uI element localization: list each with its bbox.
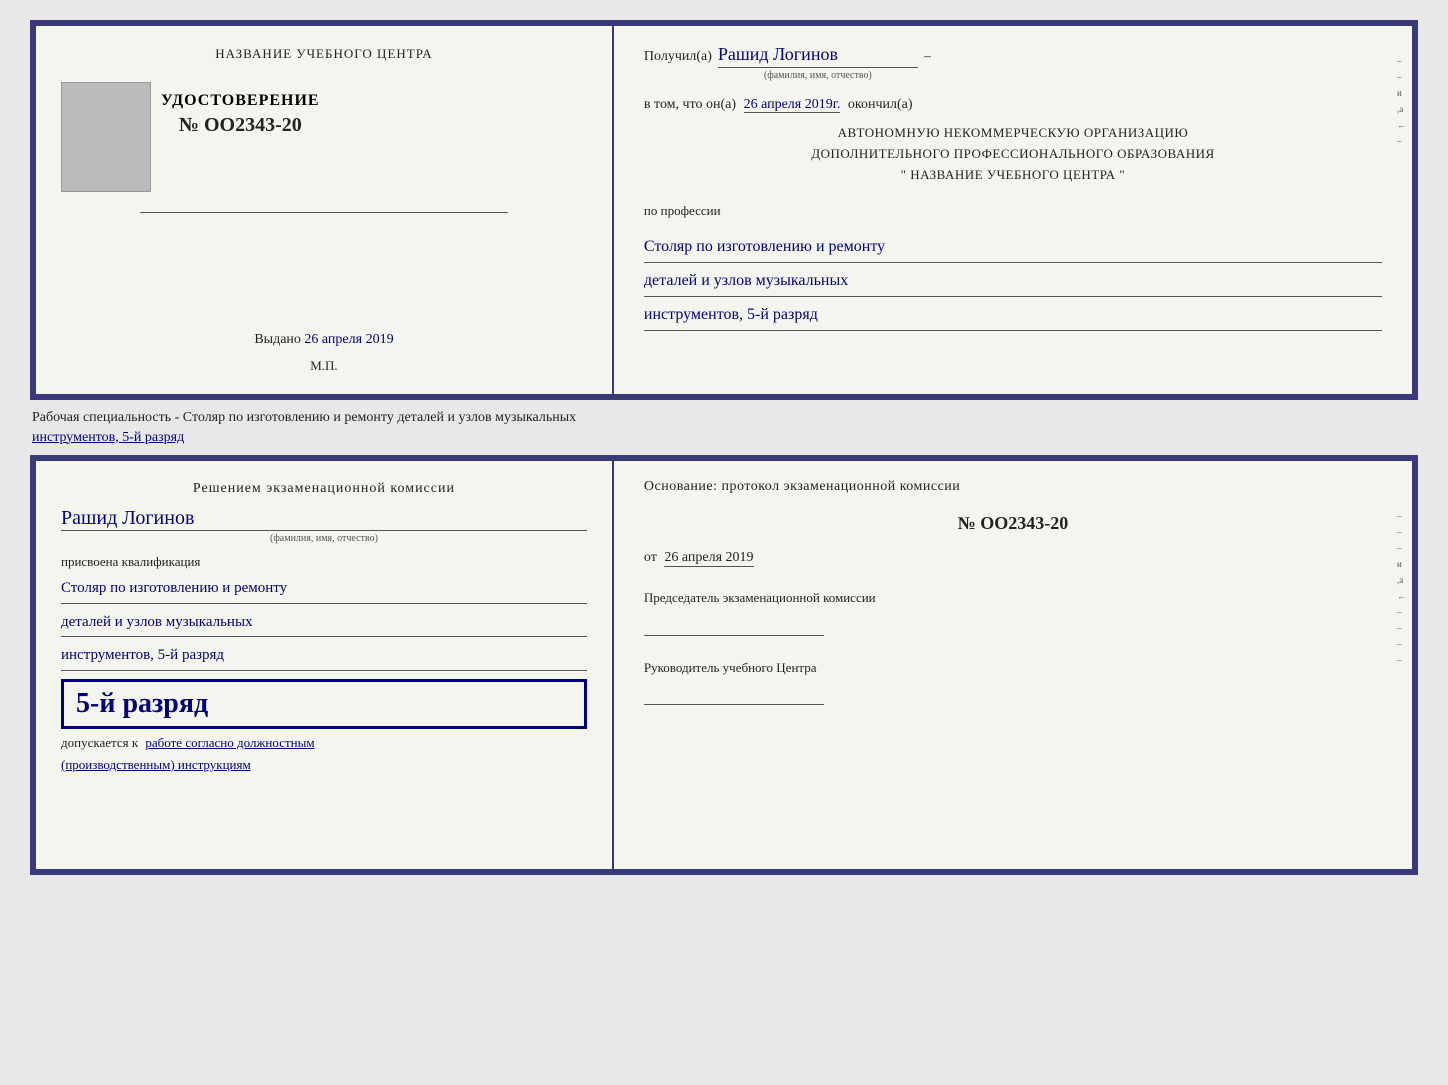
qualification-line2: деталей и узлов музыкальных [61,608,587,638]
person-name-bottom: Рашид Логинов [61,507,587,531]
allows-text: работе согласно должностным [145,735,314,750]
qualification-line1: Столяр по изготовлению и ремонту [61,574,587,604]
cert-id-block: УДОСТОВЕРЕНИЕ № OO2343-20 [161,92,320,137]
commission-title: Решением экзаменационной комиссии [61,481,587,497]
date-line-top: в том, что он(а) 26 апреля 2019г. окончи… [644,97,1382,113]
between-underline-text: инструментов, 5-й разряд [32,430,184,445]
profession-line1-top: Столяр по изготовлению и ремонту [644,233,1382,263]
issued-date: 26 апреля 2019 [304,332,393,347]
allows-label-2: (производственным) инструкциям [61,757,587,773]
page-wrapper: НАЗВАНИЕ УЧЕБНОГО ЦЕНТРА УДОСТОВЕРЕНИЕ №… [10,10,1438,885]
allows-prefix: допускается к [61,735,138,750]
certificate-bottom: Решением экзаменационной комиссии Рашид … [30,455,1418,875]
cert-center-title: НАЗВАНИЕ УЧЕБНОГО ЦЕНТРА [215,46,432,62]
cert-bottom-right-panel: Основание: протокол экзаменационной коми… [614,461,1412,869]
chairman-title: Председатель экзаменационной комиссии [644,590,876,605]
basis-label: Основание: протокол экзаменационной коми… [644,479,1382,495]
fio-sublabel-top: (фамилия, имя, отчество) [718,70,918,81]
rank-box: 5-й разряд [61,679,587,729]
date-value-top: 26 апреля 2019г. [744,97,841,113]
qualification-line3: инструментов, 5-й разряд [61,641,587,671]
protocol-date: от 26 апреля 2019 [644,550,1382,566]
org-line1: АВТОНОМНУЮ НЕКОММЕРЧЕСКУЮ ОРГАНИЗАЦИЮ [644,123,1382,144]
org-block-top: АВТОНОМНУЮ НЕКОММЕРЧЕСКУЮ ОРГАНИЗАЦИЮ ДО… [644,123,1382,185]
cert-top-left-panel: НАЗВАНИЕ УЧЕБНОГО ЦЕНТРА УДОСТОВЕРЕНИЕ №… [36,26,614,394]
fio-sublabel-bottom: (фамилия, имя, отчество) [61,533,587,544]
side-deco-bottom: – – – и ,а ← – – – – [1397,511,1406,665]
allows-label: допускается к работе согласно должностны… [61,735,587,751]
between-label: Рабочая специальность - Столяр по изгото… [10,400,1438,455]
qualification-label: присвоена квалификация [61,554,587,570]
rank-text: 5-й разряд [76,688,208,719]
cert-label: УДОСТОВЕРЕНИЕ [161,92,320,110]
date-value-bottom: 26 апреля 2019 [664,550,753,567]
head-block: Руководитель учебного Центра [644,658,1382,706]
certificate-top: НАЗВАНИЕ УЧЕБНОГО ЦЕНТРА УДОСТОВЕРЕНИЕ №… [30,20,1418,400]
chairman-block: Председатель экзаменационной комиссии [644,588,1382,636]
mp-label: М.П. [310,358,337,374]
allows-text2: (производственным) инструкциям [61,757,251,772]
between-text: Рабочая специальность - Столяр по изгото… [32,410,576,425]
profession-line2-top: деталей и узлов музыкальных [644,267,1382,297]
recipient-name: Рашид Логинов [718,44,918,68]
cert-bottom-left-panel: Решением экзаменационной комиссии Рашид … [36,461,614,869]
protocol-number: № OO2343-20 [644,513,1382,534]
org-line2: ДОПОЛНИТЕЛЬНОГО ПРОФЕССИОНАЛЬНОГО ОБРАЗО… [644,144,1382,165]
date-prefix-top: в том, что он(а) [644,97,736,112]
head-title: Руководитель учебного Центра [644,660,817,675]
profession-block-top: Столяр по изготовлению и ремонту деталей… [644,229,1382,330]
photo-placeholder [61,82,151,192]
issued-label: Выдано [254,332,301,347]
head-sig-line [644,685,824,705]
profession-line3-top: инструментов, 5-й разряд [644,301,1382,331]
profession-label-top: по профессии [644,203,1382,219]
dash-top: – [924,49,931,65]
issued-line: Выдано 26 апреля 2019 [254,332,393,348]
recipient-prefix: Получил(а) [644,49,712,65]
date-suffix-top: окончил(а) [848,97,913,112]
recipient-line: Получил(а) Рашид Логинов (фамилия, имя, … [644,44,1382,81]
cert-top-right-panel: Получил(а) Рашид Логинов (фамилия, имя, … [614,26,1412,394]
side-deco-top: – – и ,а ← – [1397,56,1406,146]
qualification-block: Столяр по изготовлению и ремонту деталей… [61,570,587,671]
date-prefix-bottom: от [644,550,657,565]
org-line3: " НАЗВАНИЕ УЧЕБНОГО ЦЕНТРА " [644,165,1382,186]
cert-number: № OO2343-20 [161,114,320,137]
chairman-sig-line [644,616,824,636]
